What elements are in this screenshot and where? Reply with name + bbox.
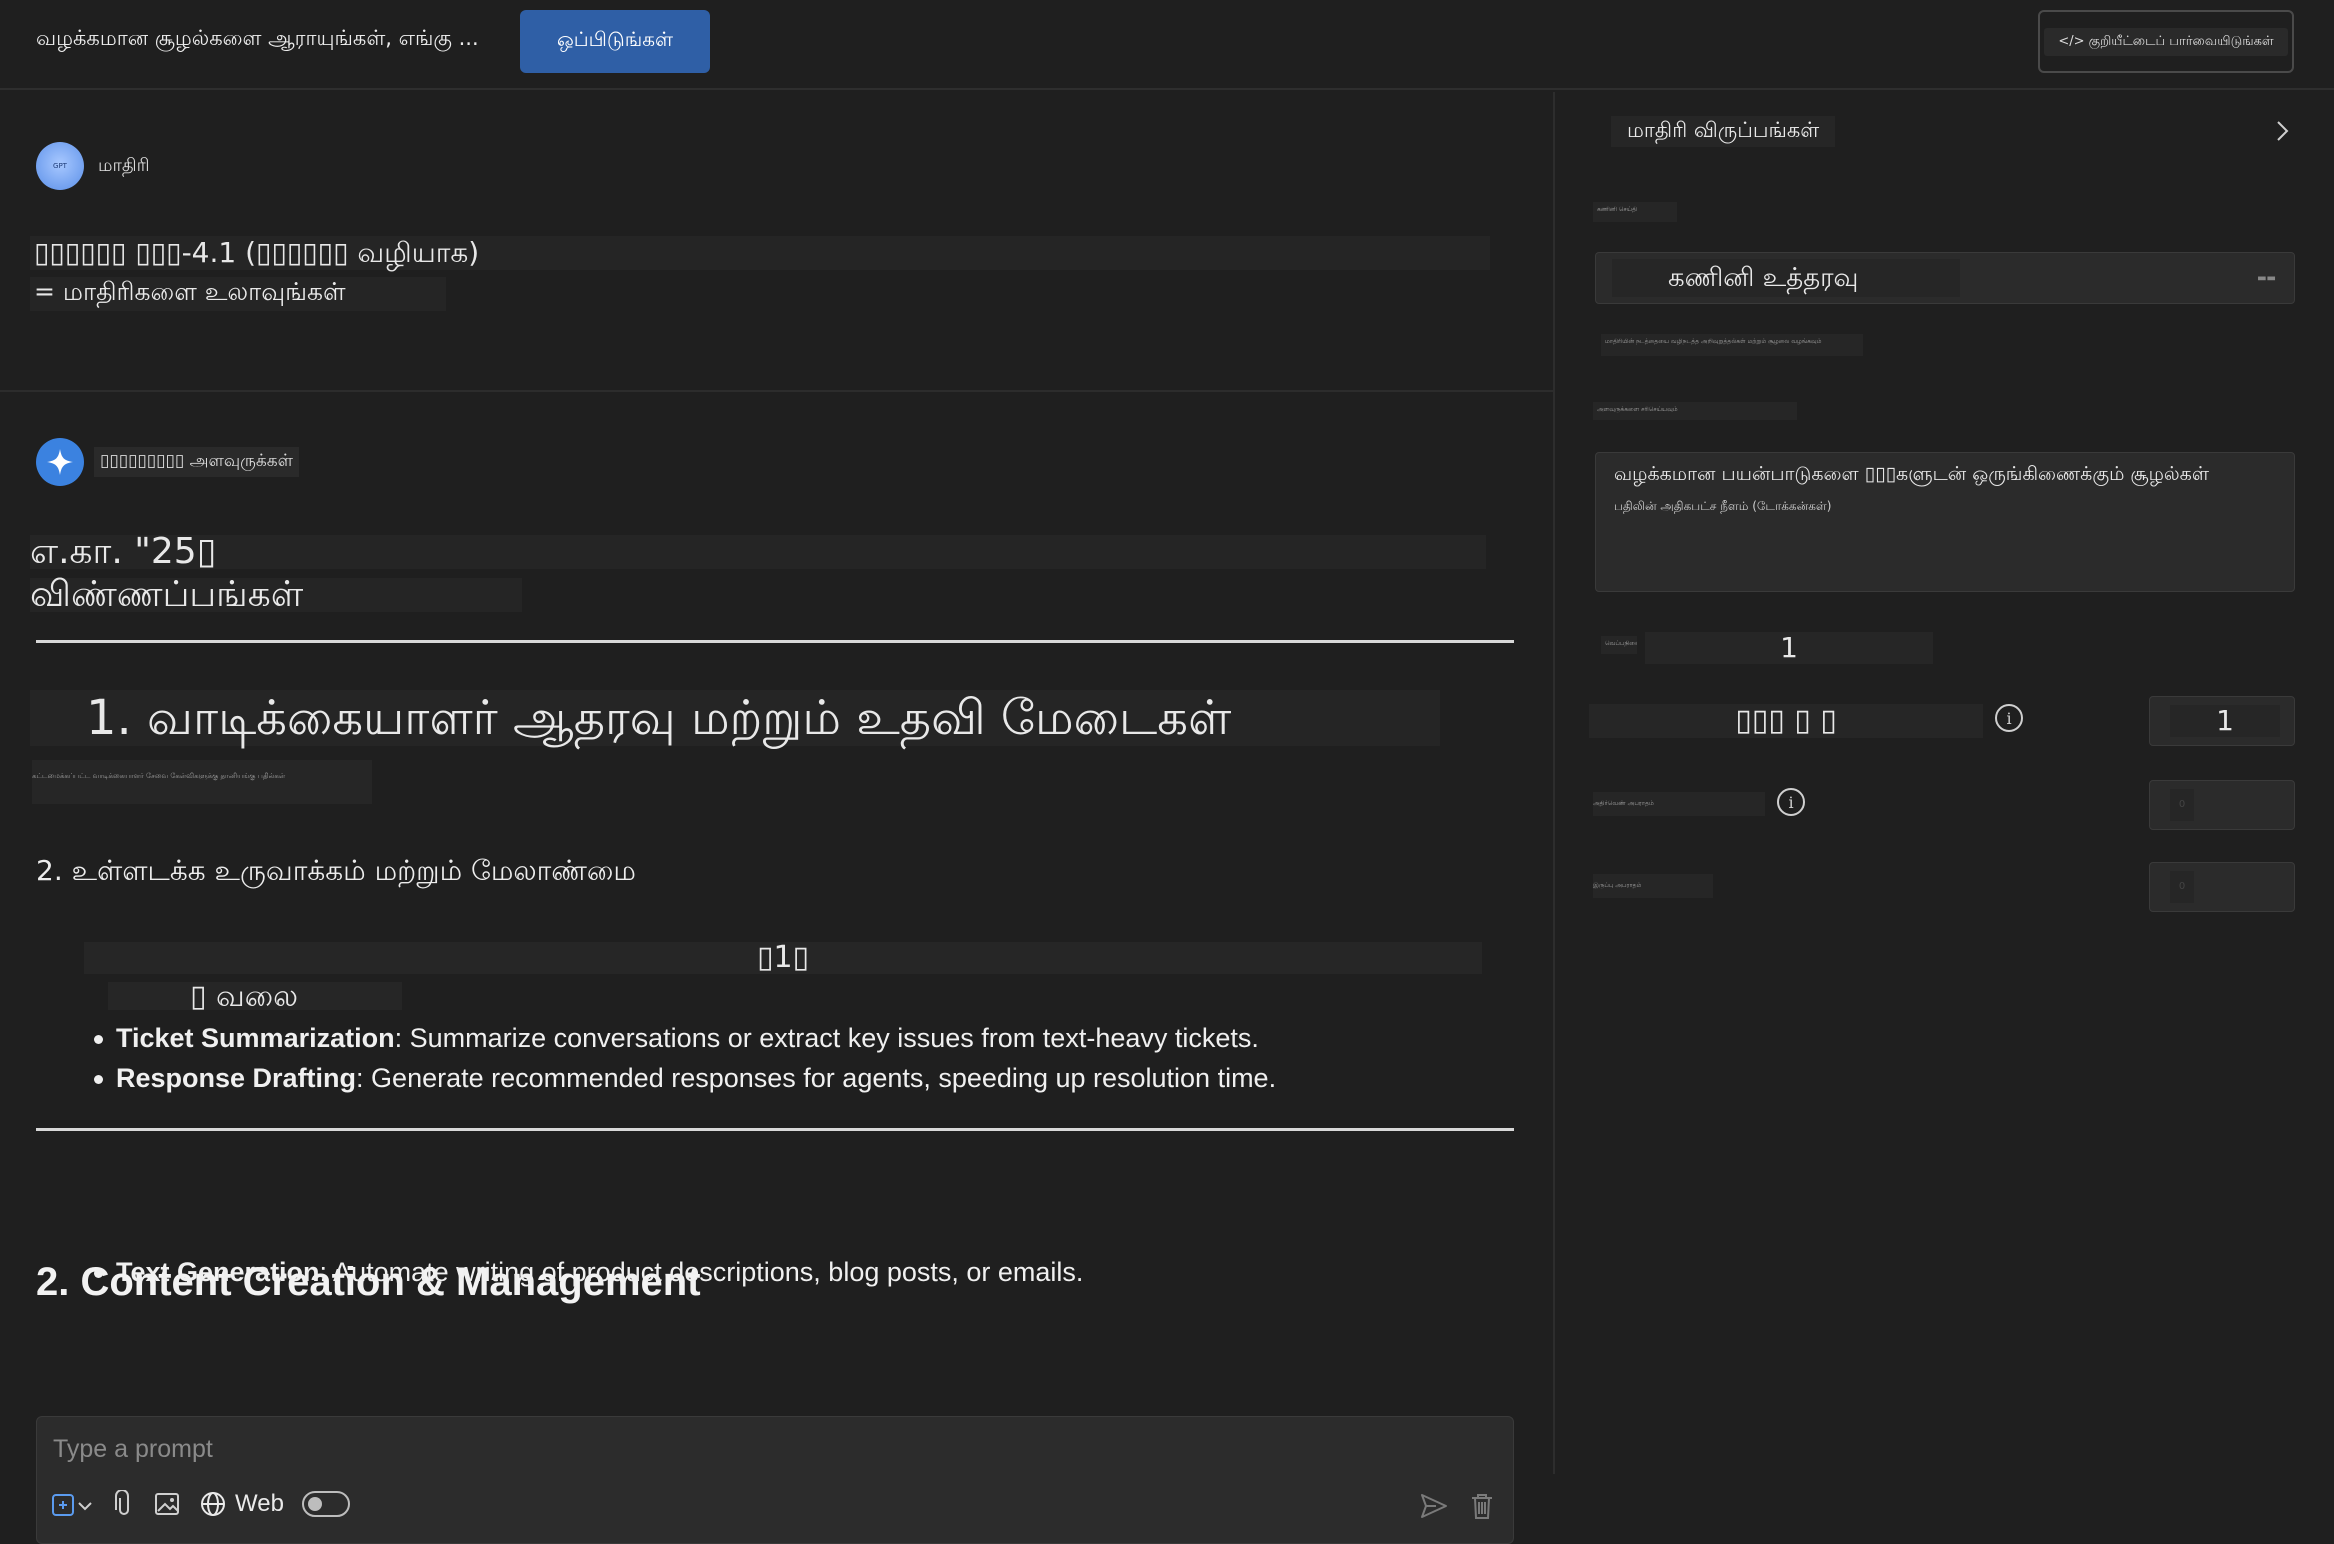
section-divider: [0, 390, 1553, 392]
list-item: Ticket Summarization: Summarize conversa…: [93, 1018, 1276, 1058]
bullet-bold: Response Drafting: [116, 1063, 357, 1093]
param3-value: 0: [2170, 871, 2194, 903]
param2-input[interactable]: 0: [2149, 780, 2295, 830]
bullet-bold: Ticket Summarization: [116, 1023, 395, 1053]
list-item: Text Generation: Automate writing of pro…: [93, 1252, 1084, 1292]
prompt-box[interactable]: Type a prompt Web: [36, 1416, 1514, 1544]
system-message-label: கணினி செய்தி: [1593, 202, 1677, 222]
page-title: வழக்கமான சூழல்களை ஆராயுங்கள், எங்கு ...: [36, 26, 479, 50]
chat-panel: GPT மாதிரி ▯▯▯▯▯▯ ▯▯▯-4.1 (▯▯▯▯▯▯ வழியாக…: [0, 92, 1553, 1544]
list-item: Response Drafting: Generate recommended …: [93, 1058, 1277, 1098]
temperature-label: வெப்பநிலை: [1601, 636, 1637, 654]
param2-value: 0: [2170, 789, 2194, 821]
param3-label: இருப்பு அபராதம்: [1593, 874, 1713, 898]
view-code-label: </> குறியீட்டைப் பார்வையிடுங்கள்: [2044, 27, 2288, 56]
centered-text: ▯1▯: [84, 942, 1482, 974]
chevron-right-icon[interactable]: [2275, 118, 2291, 151]
param2-label: அதிர்வெண் அபராதம்: [1593, 792, 1765, 816]
trash-icon[interactable]: [1469, 1491, 1495, 1525]
horizontal-rule: [36, 1128, 1514, 1131]
system-prompt-select[interactable]: கணினி உத்தரவு ▬▬: [1595, 252, 2295, 304]
section1-heading: 1. வாடிக்கையாளர் ஆதரவு மற்றும் உதவி மேடை…: [30, 690, 1440, 746]
model-label: மாதிரி: [98, 154, 150, 176]
response-heading-line1: எ.கா. "25▯: [30, 534, 1486, 570]
chevron-down-icon: ▬▬: [2257, 273, 2276, 284]
bullet-bold: Text Generation: [116, 1257, 320, 1287]
info-icon[interactable]: i: [1995, 704, 2023, 732]
param1-value: 1: [2170, 705, 2280, 737]
parameter-main-value: 1: [1645, 632, 1933, 664]
info-icon[interactable]: i: [1777, 788, 1805, 816]
image-icon[interactable]: [153, 1490, 181, 1518]
web-text: ▯ வலை: [108, 982, 402, 1012]
response-heading-line2: விண்ணப்பங்கள்: [30, 577, 522, 613]
param1-input[interactable]: 1: [2149, 696, 2295, 746]
browse-models-link[interactable]: = மாதிரிகளை உலாவுங்கள்: [30, 277, 446, 311]
section1-tiny-text: கட்டமைக்கப்பட்ட வாடிக்கையாளர் சேவை கேள்வ…: [32, 760, 372, 804]
horizontal-rule: [36, 640, 1514, 643]
bullet-list-2: Text Generation: Automate writing of pro…: [93, 1252, 1084, 1292]
send-icon[interactable]: [1419, 1491, 1449, 1525]
avatar-text: GPT: [53, 162, 67, 170]
compare-button[interactable]: ஒப்பிடுங்கள்: [520, 10, 710, 73]
options-title: மாதிரி விருப்பங்கள்: [1611, 116, 1836, 147]
textarea-line2: பதிலின் அதிகபட்ச நீளம் (டோக்கன்கள்): [1614, 499, 1832, 513]
param1-label: ▯▯▯ ▯ ▯: [1589, 704, 1983, 738]
prompt-toolbar: Web: [51, 1489, 350, 1519]
adjust-parameters-label: அளவுருக்களை சரிசெய்யவும்: [1593, 402, 1797, 420]
param3-input[interactable]: 0: [2149, 862, 2295, 912]
web-label: Web: [235, 1490, 284, 1517]
bullet-text: : Automate writing of product descriptio…: [319, 1257, 1084, 1287]
attach-icon[interactable]: [113, 1490, 135, 1518]
bullet-text: : Summarize conversations or extract key…: [394, 1023, 1259, 1053]
system-message-textarea[interactable]: வழக்கமான பயன்பாடுகளை ▯▯▯களுடன் ஒருங்கிணை…: [1595, 452, 2295, 592]
system-description: மாதிரியின் நடத்தையை வழிநடத்த அறிவுறுத்தல…: [1601, 334, 1863, 356]
model-name: ▯▯▯▯▯▯ ▯▯▯-4.1 (▯▯▯▯▯▯ வழியாக): [30, 236, 1490, 270]
select-value: கணினி உத்தரவு: [1612, 259, 1960, 297]
prompt-tools-icon[interactable]: [51, 1489, 95, 1519]
prompt-actions: [1419, 1491, 1495, 1525]
section2-tamil-heading: 2. உள்ளடக்க உருவாக்கம் மற்றும் மேலாண்மை: [36, 854, 636, 887]
view-code-button[interactable]: </> குறியீட்டைப் பார்வையிடுங்கள்: [2038, 10, 2294, 73]
sparkle-icon: [36, 438, 84, 486]
assistant-label: ▯▯▯▯▯▯▯▯▯ அளவுருக்கள்: [94, 447, 299, 477]
model-options-panel: மாதிரி விருப்பங்கள் கணினி செய்தி கணினி உ…: [1555, 92, 2334, 1474]
textarea-line1: வழக்கமான பயன்பாடுகளை ▯▯▯களுடன் ஒருங்கிணை…: [1614, 463, 2209, 485]
bullet-text: : Generate recommended responses for age…: [356, 1063, 1277, 1093]
bullet-list-1: Ticket Summarization: Summarize conversa…: [93, 1018, 1277, 1098]
globe-icon[interactable]: [199, 1490, 227, 1518]
model-avatar: GPT: [36, 142, 84, 190]
web-toggle[interactable]: [301, 1491, 350, 1517]
top-bar: வழக்கமான சூழல்களை ஆராயுங்கள், எங்கு ... …: [0, 0, 2334, 90]
prompt-input[interactable]: Type a prompt: [53, 1435, 213, 1464]
assistant-header: ▯▯▯▯▯▯▯▯▯ அளவுருக்கள்: [36, 438, 299, 486]
model-header: GPT மாதிரி: [36, 142, 150, 190]
